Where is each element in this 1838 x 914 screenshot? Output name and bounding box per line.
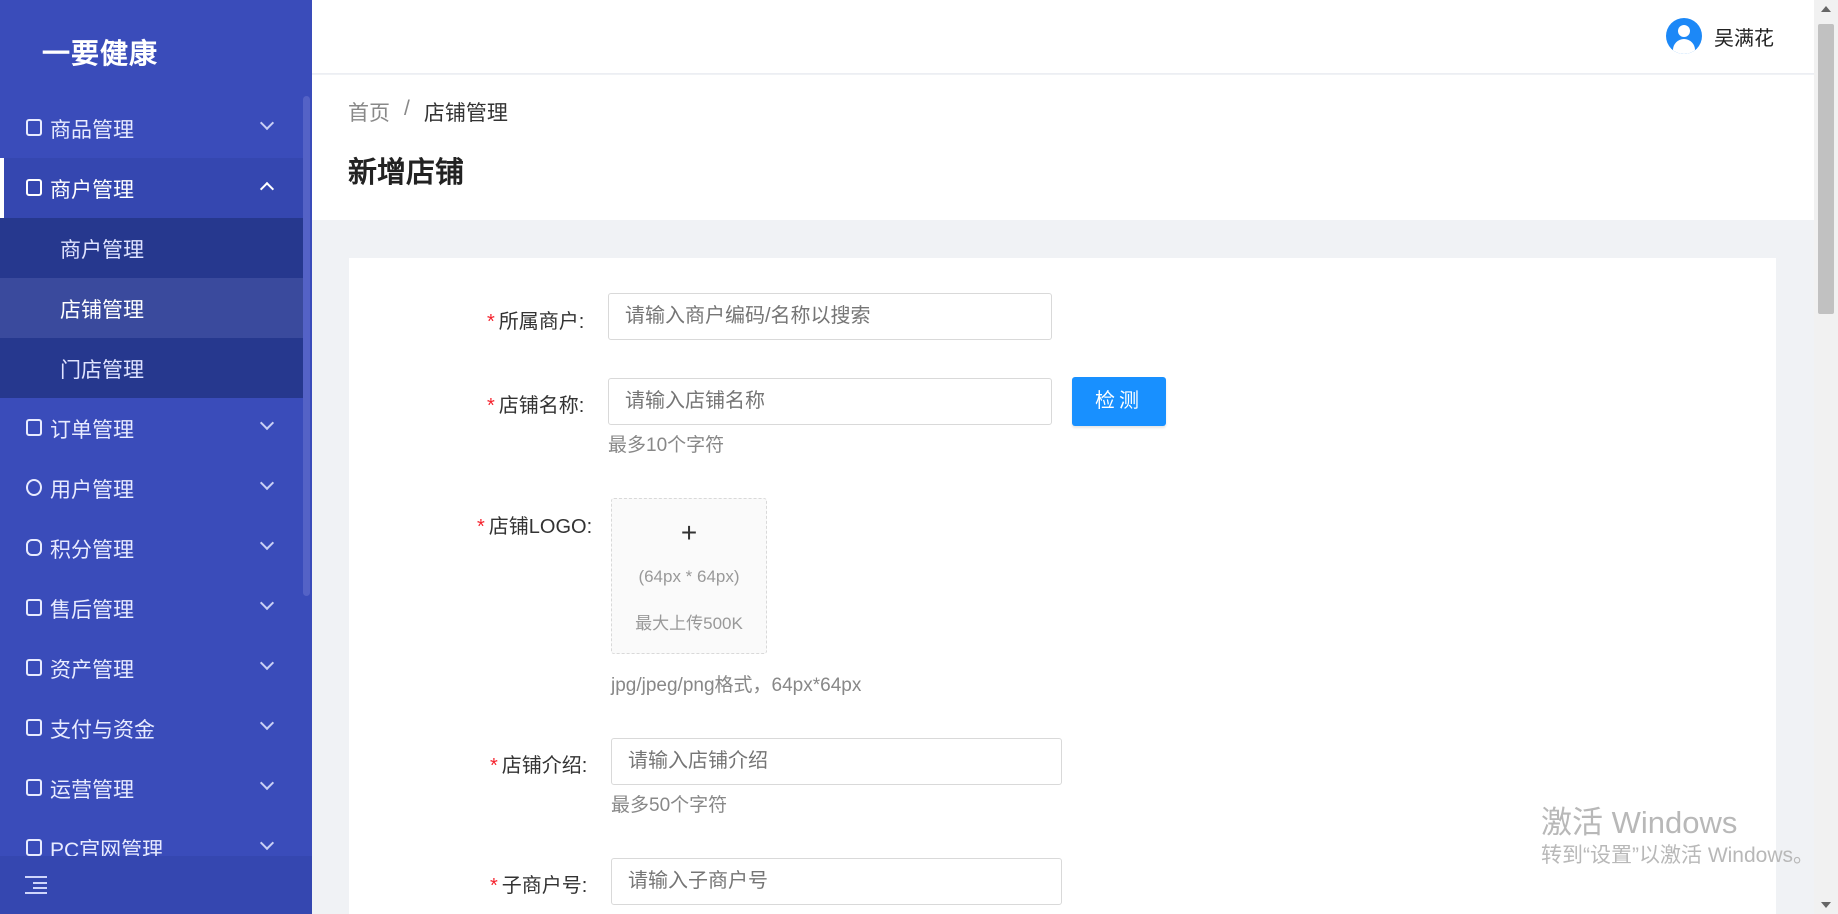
intro-hint: 最多50个字符	[611, 795, 728, 816]
shop-intro-input[interactable]	[611, 738, 1062, 785]
sub-merchant-label: * 子商户号:	[490, 875, 588, 897]
sidebar-item-users[interactable]: 用户管理	[0, 458, 303, 518]
chevron-down-icon	[259, 655, 275, 671]
sidebar-item-label: 用户管理	[50, 479, 134, 502]
sidebar-item-label: 订单管理	[50, 419, 134, 442]
required-mark: *	[490, 875, 498, 897]
chevron-down-icon	[259, 775, 275, 791]
required-mark: *	[487, 311, 495, 333]
asset-icon	[26, 659, 42, 676]
merchant-search-input[interactable]	[608, 293, 1052, 340]
merchant-label: * 所属商户:	[487, 311, 585, 333]
sidebar-item-label: 支付与资金	[50, 719, 155, 742]
wallet-icon	[26, 719, 42, 736]
submenu-item-label: 门店管理	[60, 359, 144, 382]
activation-watermark-subtitle: 转到“设置”以激活 Windows。	[1541, 844, 1815, 867]
username: 吴满花	[1714, 27, 1774, 50]
breadcrumb-separator: /	[404, 97, 410, 120]
sidebar-item-label: 运营管理	[50, 779, 134, 802]
shop-name-hint: 最多10个字符	[608, 435, 725, 456]
activation-watermark-title: 激活 Windows	[1541, 805, 1738, 840]
sidebar-item-assets[interactable]: 资产管理	[0, 638, 303, 698]
logo-max-text: 最大上传500K	[635, 614, 743, 633]
submenu-item-merchants[interactable]: 商户管理	[0, 218, 303, 278]
sidebar-item-payments[interactable]: 支付与资金	[0, 698, 303, 758]
chevron-down-icon	[259, 535, 275, 551]
sidebar-item-operations[interactable]: 运营管理	[0, 758, 303, 818]
breadcrumb-current: 店铺管理	[423, 102, 508, 125]
scroll-down-icon[interactable]	[1821, 902, 1831, 908]
page-header: 首页 / 店铺管理 新增店铺	[312, 75, 1814, 220]
page-title: 新增店铺	[348, 157, 465, 189]
logo-format-hint: jpg/jpeg/png格式，64px*64px	[611, 675, 862, 696]
sidebar-item-label: 商户管理	[50, 179, 134, 202]
check-button[interactable]: 检测	[1072, 377, 1166, 426]
sidebar-item-merchants[interactable]: 商户管理	[0, 158, 303, 218]
sidebar-scrollbar[interactable]	[303, 96, 310, 596]
sidebar-item-products[interactable]: 商品管理	[0, 98, 303, 158]
logo-upload[interactable]: + (64px * 64px) 最大上传500K	[611, 498, 767, 654]
plus-icon: +	[680, 517, 698, 548]
sidebar-item-label: 积分管理	[50, 539, 134, 562]
menu-collapse-icon[interactable]	[25, 876, 47, 894]
sidebar-menu: 商品管理 商户管理 商户管理 店铺管理 门店管理 订单管理 用户管理 积分管理	[0, 98, 303, 878]
submenu-item-label: 商户管理	[60, 239, 144, 262]
chevron-down-icon	[259, 115, 275, 131]
breadcrumb-home[interactable]: 首页	[348, 97, 390, 127]
breadcrumb: 首页 / 店铺管理	[348, 97, 508, 127]
sub-merchant-input[interactable]	[611, 858, 1062, 905]
sidebar-item-points[interactable]: 积分管理	[0, 518, 303, 578]
merchant-submenu: 商户管理 店铺管理 门店管理	[0, 218, 303, 398]
app-logo: 一要健康	[42, 38, 159, 69]
website-icon	[26, 839, 42, 856]
user-circle-icon	[26, 479, 42, 496]
order-icon	[26, 419, 42, 436]
scroll-up-icon[interactable]	[1821, 6, 1831, 12]
presentation-icon	[26, 779, 42, 796]
sidebar: 一要健康 商品管理 商户管理 商户管理 店铺管理 门店管理 订单管理 用户管理	[0, 0, 312, 914]
chevron-down-icon	[259, 595, 275, 611]
sidebar-item-label: 资产管理	[50, 659, 134, 682]
submenu-item-label: 店铺管理	[60, 299, 144, 322]
chevron-down-icon	[259, 835, 275, 851]
chevron-up-icon	[259, 181, 275, 197]
sidebar-item-aftersales[interactable]: 售后管理	[0, 578, 303, 638]
sidebar-item-label: 商品管理	[50, 119, 134, 142]
sidebar-item-label: 售后管理	[50, 599, 134, 622]
shop-name-input[interactable]	[608, 378, 1052, 425]
top-header: 吴满花	[312, 0, 1814, 74]
database-icon	[26, 539, 42, 556]
required-mark: *	[490, 755, 498, 777]
submenu-item-shops[interactable]: 店铺管理	[0, 278, 303, 338]
logo-size-text: (64px * 64px)	[638, 567, 740, 586]
required-mark: *	[477, 516, 485, 538]
user-menu[interactable]: 吴满花	[1666, 18, 1774, 54]
store-icon	[26, 179, 42, 196]
aftersales-icon	[26, 599, 42, 616]
intro-label: * 店铺介绍:	[490, 755, 588, 777]
submenu-item-stores[interactable]: 门店管理	[0, 338, 303, 398]
avatar[interactable]	[1666, 18, 1702, 54]
shop-name-label: * 店铺名称:	[487, 395, 585, 417]
chevron-down-icon	[259, 715, 275, 731]
logo-label: * 店铺LOGO:	[477, 516, 593, 538]
chevron-down-icon	[259, 415, 275, 431]
chevron-down-icon	[259, 475, 275, 491]
scrollbar-thumb[interactable]	[1818, 24, 1834, 314]
sidebar-footer	[0, 856, 312, 914]
page-scrollbar[interactable]	[1814, 0, 1838, 914]
sidebar-item-orders[interactable]: 订单管理	[0, 398, 303, 458]
required-mark: *	[487, 395, 495, 417]
bag-icon	[26, 119, 42, 136]
